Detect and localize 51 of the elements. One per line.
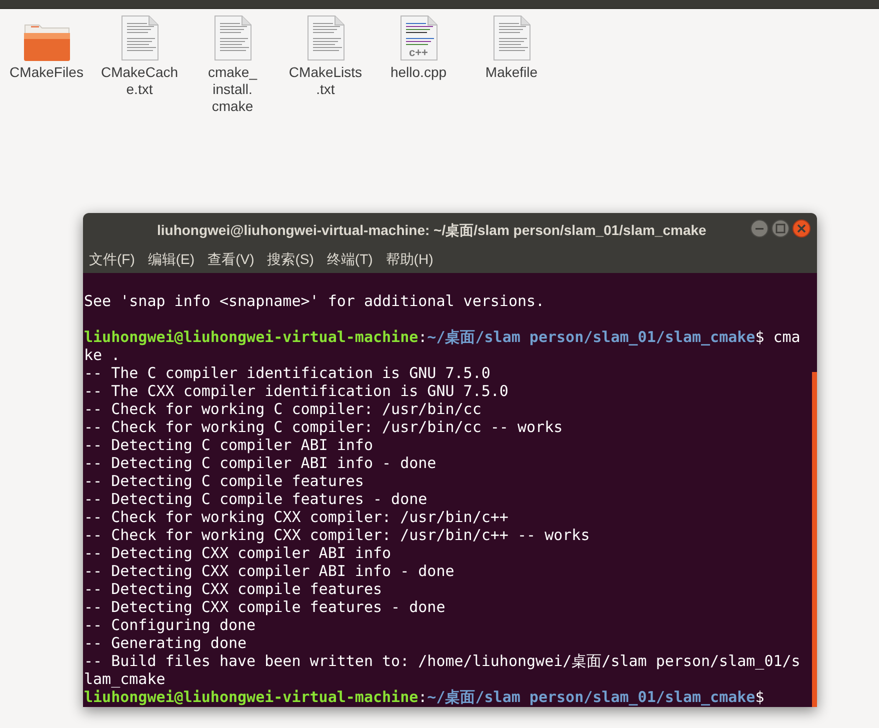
- prompt-user: liuhongwei@liuhongwei-virtual-machine: [84, 328, 418, 346]
- code-file-icon: [400, 15, 438, 61]
- minimize-icon[interactable]: [750, 219, 769, 238]
- menu-item[interactable]: 编辑(E): [148, 248, 195, 270]
- command-text: $ cma: [755, 328, 800, 346]
- terminal-output: ke .: [84, 346, 120, 364]
- prompt-separator: :: [418, 328, 428, 346]
- text-file-icon: [492, 15, 530, 61]
- menu-item[interactable]: 帮助(H): [386, 248, 434, 270]
- file-name[interactable]: CMakeLists .txt: [282, 64, 370, 98]
- terminal-output: -- Check for working CXX compiler: /usr/bin/c++ -- works: [84, 526, 590, 544]
- scrollbar[interactable]: [812, 372, 817, 707]
- terminal-output: -- Detecting CXX compiler ABI info - done: [84, 562, 454, 580]
- terminal-output: -- Build files have been written to: /home/liuhongwei/桌面/slam person/slam_01/s: [84, 652, 800, 670]
- terminal-output: See 'snap info <snapname>' for additional versions.: [84, 292, 545, 310]
- prompt-path: ~/桌面/slam person/slam_01/slam_cmake: [427, 328, 756, 346]
- menu-item[interactable]: 查看(V): [208, 248, 254, 270]
- menu-item[interactable]: 文件(F): [89, 248, 135, 270]
- terminal-output: -- Detecting CXX compile features - done: [84, 598, 446, 616]
- maximize-icon[interactable]: [771, 219, 790, 238]
- text-file-icon: [306, 15, 344, 61]
- window-title: liuhongwei@liuhongwei-virtual-machine: ~/桌面/slam person/slam_01/slam_cmake: [157, 221, 706, 240]
- terminal-output: -- Generating done: [84, 634, 247, 652]
- terminal-output: -- Detecting CXX compiler ABI info: [84, 544, 392, 562]
- file-name[interactable]: hello.cpp: [374, 64, 462, 81]
- text-file-icon: [120, 15, 158, 61]
- terminal-output: -- Configuring done: [84, 616, 256, 634]
- menu-item[interactable]: 终端(T): [326, 248, 373, 270]
- prompt-user: liuhongwei@liuhongwei-virtual-machine: [84, 688, 418, 706]
- terminal-output: -- Detecting C compile features: [84, 472, 364, 490]
- terminal-output: -- Detecting C compiler ABI info: [84, 436, 373, 454]
- terminal-output: -- The C compiler identification is GNU 7.5.0: [84, 364, 490, 382]
- file-type-label: c++: [408, 47, 429, 59]
- prompt-path: ~/桌面/slam person/slam_01/slam_cmake: [427, 688, 756, 706]
- terminal-output: -- Detecting C compile features - done: [84, 490, 428, 508]
- terminal-output: lam_cmake: [84, 670, 166, 688]
- close-icon[interactable]: [792, 219, 811, 238]
- file-name[interactable]: cmake_ install. cmake: [188, 64, 276, 115]
- file-name[interactable]: Makefile: [468, 64, 556, 81]
- command-text: $: [755, 688, 764, 706]
- terminal-output: -- Detecting C compiler ABI info - done: [84, 454, 436, 472]
- text-file-icon: [214, 15, 252, 61]
- terminal-output: -- The CXX compiler identification is GNU 7.5.0: [84, 382, 508, 400]
- terminal-output: -- Check for working C compiler: /usr/bin/cc: [84, 400, 482, 418]
- file-name[interactable]: CMakeFiles: [2, 64, 90, 81]
- prompt-separator: :: [418, 688, 428, 706]
- terminal-output: -- Check for working C compiler: /usr/bin/cc -- works: [84, 418, 563, 436]
- terminal-output: -- Check for working CXX compiler: /usr/bin/c++: [84, 508, 508, 526]
- menu-item[interactable]: 搜索(S): [267, 248, 314, 270]
- file-name[interactable]: CMakeCach e.txt: [96, 64, 184, 98]
- terminal-output: -- Detecting CXX compile features: [84, 580, 382, 598]
